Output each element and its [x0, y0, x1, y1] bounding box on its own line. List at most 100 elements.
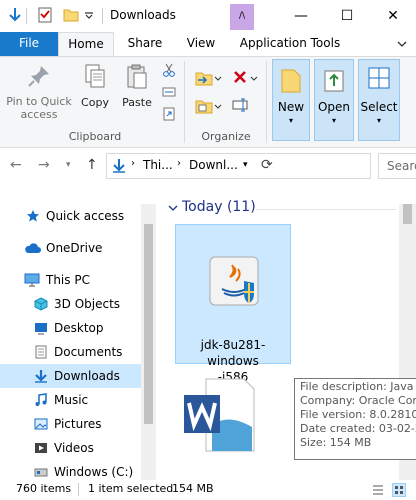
- chevron-down-icon[interactable]: [396, 38, 408, 50]
- nav-item-onedrive[interactable]: OneDrive: [0, 236, 141, 260]
- nav-item-documents[interactable]: Documents: [0, 340, 141, 364]
- file-list: Today (11) jdk-8u281-windows -i586 File …: [156, 184, 416, 480]
- chevron-down-icon[interactable]: [168, 203, 178, 213]
- breadcrumb-chevron-icon[interactable]: ›: [177, 158, 181, 169]
- download-icon: [113, 159, 125, 173]
- paste-icon: [127, 64, 147, 89]
- nav-label: Pictures: [54, 417, 102, 431]
- maximize-button[interactable]: ☐: [324, 0, 370, 32]
- nav-label: Music: [54, 393, 89, 407]
- status-size: 154 MB: [172, 482, 214, 495]
- qa-separator: [26, 8, 27, 24]
- content-scrollbar-thumb[interactable]: [403, 204, 412, 224]
- clipboard-group-label: Clipboard: [68, 130, 122, 143]
- file-item-jdk[interactable]: jdk-8u281-windows -i586: [175, 224, 291, 384]
- paste-shortcut-icon[interactable]: [162, 107, 176, 121]
- breadcrumb-this-pc[interactable]: Thi...: [143, 158, 173, 172]
- nav-item-downloads[interactable]: Downloads: [0, 364, 141, 388]
- cut-icon[interactable]: [162, 63, 176, 77]
- tab-share[interactable]: Share: [120, 32, 170, 56]
- nav-item-pictures[interactable]: Pictures: [0, 412, 141, 436]
- open-icon: [324, 70, 344, 92]
- nav-item-music[interactable]: Music: [0, 388, 141, 412]
- new-folder-icon[interactable]: [62, 6, 80, 24]
- address-bar[interactable]: › Thi... › Downl... ▾ ⟳: [106, 153, 371, 179]
- properties-icon[interactable]: [36, 6, 54, 24]
- nav-label: Quick access: [46, 209, 125, 223]
- paste-button[interactable]: Paste: [118, 63, 156, 109]
- context-tab-indicator: /\: [230, 4, 254, 30]
- nav-item-windows-c[interactable]: Windows (C:): [0, 460, 141, 480]
- title-bar: Downloads /\ — ☐ ✕: [0, 0, 416, 32]
- breadcrumb-downloads[interactable]: Downl...: [189, 158, 238, 172]
- details-view-icon[interactable]: [372, 484, 384, 496]
- nav-item-this-pc[interactable]: This PC: [0, 268, 141, 292]
- nav-label: OneDrive: [46, 241, 103, 255]
- tab-view[interactable]: View: [178, 32, 224, 56]
- down-arrow-icon[interactable]: [6, 6, 24, 24]
- nav-item-3d-objects[interactable]: 3D Objects: [0, 292, 141, 316]
- paste-label: Paste: [122, 96, 152, 109]
- refresh-icon[interactable]: ⟳: [261, 157, 273, 173]
- cloud-icon: [25, 243, 41, 253]
- minimize-button[interactable]: —: [278, 0, 324, 32]
- chevron-down-icon[interactable]: [214, 75, 222, 83]
- chevron-down-icon[interactable]: [250, 75, 258, 83]
- open-button[interactable]: Open ▾: [314, 59, 354, 141]
- chevron-down-icon[interactable]: [214, 103, 222, 111]
- tab-home[interactable]: Home: [58, 32, 114, 56]
- search-box[interactable]: Searc: [378, 153, 416, 179]
- nav-label: This PC: [46, 273, 90, 287]
- status-separator: [78, 483, 79, 496]
- nav-item-quick-access[interactable]: Quick access: [0, 204, 141, 228]
- move-to-icon[interactable]: [194, 69, 214, 87]
- music-icon: [35, 393, 47, 406]
- desktop-icon: [35, 323, 47, 335]
- new-label: New: [277, 100, 305, 114]
- close-button[interactable]: ✕: [370, 0, 416, 32]
- address-dropdown-icon[interactable]: ▾: [243, 160, 248, 170]
- nav-scrollbar[interactable]: [141, 204, 156, 480]
- nav-label: Videos: [54, 441, 94, 455]
- back-arrow-icon[interactable]: ←: [10, 157, 22, 173]
- organize-group-label: Organize: [201, 130, 251, 143]
- large-icons-view-icon[interactable]: [392, 483, 406, 497]
- cube-icon: [34, 297, 48, 311]
- tab-application-tools[interactable]: Application Tools: [234, 32, 346, 56]
- select-dropdown-arrow-icon: ▾: [376, 116, 381, 125]
- word-document-icon: [184, 378, 255, 452]
- pin-to-quick-access-button[interactable]: Pin to Quick access: [4, 63, 74, 121]
- pin-label-line1: Pin to Quick: [6, 95, 72, 108]
- copy-to-icon[interactable]: [194, 97, 214, 115]
- file-name-line1: jdk-8u281-windows: [200, 338, 266, 368]
- ribbon-tabs: File Home Share View Application Tools: [0, 32, 416, 56]
- forward-arrow-icon[interactable]: →: [38, 157, 50, 173]
- nav-item-videos[interactable]: Videos: [0, 436, 141, 460]
- tooltip-date-created: Date created: 03-02-20: [300, 422, 416, 435]
- breadcrumb-chevron-icon[interactable]: ›: [131, 158, 135, 169]
- up-arrow-icon[interactable]: ↑: [86, 157, 98, 173]
- nav-scrollbar-thumb[interactable]: [144, 224, 153, 424]
- delete-icon[interactable]: [232, 69, 248, 85]
- file-item-word-document[interactable]: [182, 377, 256, 453]
- tooltip-company: Company: Oracle Corp: [300, 394, 416, 407]
- rename-icon[interactable]: [232, 97, 250, 113]
- copy-path-icon[interactable]: [162, 85, 176, 99]
- computer-icon: [24, 273, 40, 287]
- address-row: ← → ▾ ↑ › Thi... › Downl... ▾ ⟳ Searc: [0, 148, 416, 184]
- select-label: Select: [360, 100, 398, 114]
- new-button[interactable]: New ▾: [272, 59, 310, 141]
- copy-button[interactable]: Copy: [76, 63, 114, 109]
- nav-item-desktop[interactable]: Desktop: [0, 316, 141, 340]
- nav-label: Documents: [54, 345, 123, 359]
- ribbon-home: Pin to Quick access Copy Paste Clipboard …: [0, 56, 416, 148]
- search-placeholder: Searc: [387, 159, 416, 173]
- tab-file[interactable]: File: [0, 32, 58, 56]
- chevron-down-icon[interactable]: [84, 10, 94, 20]
- pin-label-line2: access: [20, 108, 58, 121]
- recent-locations-chevron-icon[interactable]: ▾: [66, 160, 71, 170]
- group-header-today[interactable]: Today (11): [182, 199, 256, 215]
- star-icon: [27, 210, 39, 222]
- download-icon: [35, 370, 47, 383]
- select-button[interactable]: Select ▾: [358, 59, 400, 141]
